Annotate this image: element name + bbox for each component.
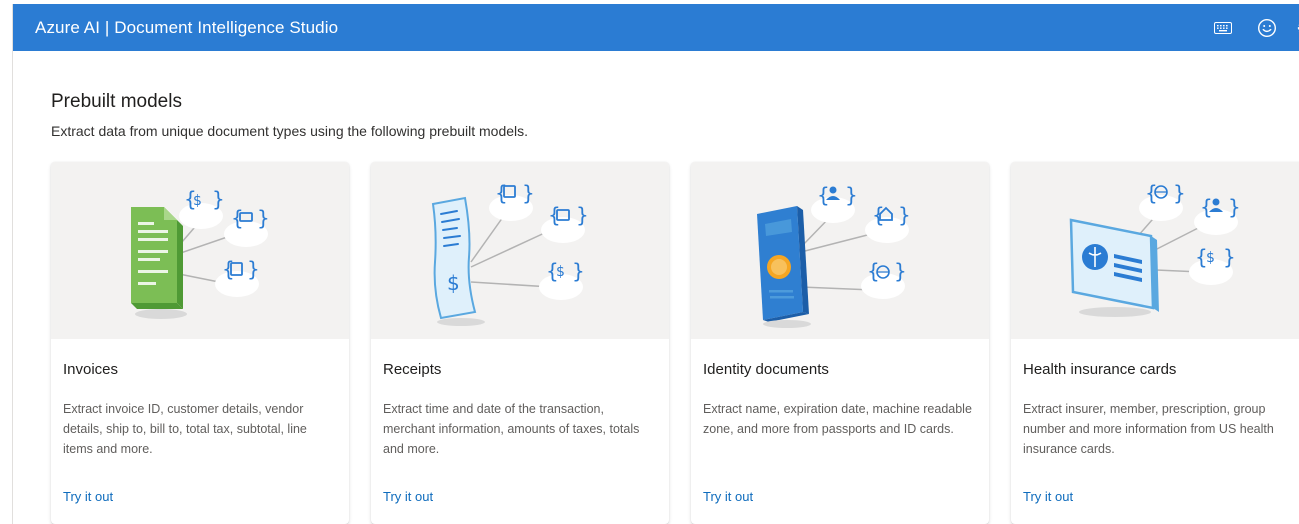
keyboard-icon[interactable] — [1208, 13, 1238, 43]
svg-text:}: } — [845, 183, 858, 207]
card-title: Health insurance cards — [1023, 361, 1177, 378]
svg-text:{: { — [872, 203, 885, 227]
svg-text:}: } — [1228, 195, 1241, 219]
svg-text:}: } — [894, 259, 907, 283]
app-title[interactable]: Azure AI | Document Intelligence Studio — [13, 18, 338, 38]
svg-text:}: } — [522, 181, 535, 205]
card-title: Invoices — [63, 361, 119, 378]
card-description: Extract name, expiration date, machine r… — [703, 402, 972, 436]
svg-text:{: { — [222, 257, 235, 281]
card-description: Extract time and date of the transaction… — [383, 402, 640, 456]
try-it-out-link-invoices[interactable]: Try it out — [63, 489, 113, 504]
smiley-feedback-icon[interactable] — [1252, 13, 1282, 43]
svg-text:{: { — [817, 183, 830, 207]
page-subtitle: Extract data from unique document types … — [51, 123, 529, 139]
svg-text:$: $ — [556, 264, 565, 280]
passport-illustration: { } { } { } — [691, 162, 989, 339]
svg-text:{: { — [495, 181, 508, 205]
try-it-out-link-receipts[interactable]: Try it out — [383, 489, 433, 504]
card-description: Extract insurer, member, prescription, g… — [1023, 402, 1274, 456]
receipts-card[interactable]: { } { } { } $ $ Receipts Extract time an… — [371, 162, 669, 524]
svg-text:}: } — [572, 259, 585, 283]
health-card-illustration: { } { } { } $ — [1011, 162, 1299, 339]
top-bar-actions — [1208, 4, 1299, 51]
svg-text:$: $ — [447, 271, 460, 295]
prebuilt-model-cards: { } $ { } { } Invoices Extract invoice I… — [51, 162, 1299, 524]
svg-text:{: { — [1200, 195, 1213, 219]
svg-text:}: } — [1173, 181, 1186, 205]
card-title: Receipts — [383, 361, 442, 378]
svg-text:$: $ — [1206, 250, 1215, 266]
svg-text:}: } — [257, 206, 270, 230]
app-window: Azure AI | Document Intelligence Studio — [12, 4, 1299, 524]
try-it-out-link-health-insurance-cards[interactable]: Try it out — [1023, 489, 1073, 504]
invoice-illustration: { } $ { } { } — [51, 162, 349, 339]
svg-text:}: } — [576, 203, 589, 227]
try-it-out-link-identity-documents[interactable]: Try it out — [703, 489, 753, 504]
svg-text:{: { — [548, 203, 561, 227]
invoices-card[interactable]: { } $ { } { } Invoices Extract invoice I… — [51, 162, 349, 524]
svg-text:}: } — [898, 203, 911, 227]
page-title: Prebuilt models — [51, 91, 182, 112]
svg-text:{: { — [231, 206, 244, 230]
svg-text:}: } — [212, 187, 225, 211]
svg-text:}: } — [1223, 245, 1236, 269]
card-description: Extract invoice ID, customer details, ve… — [63, 402, 307, 456]
health-insurance-cards-card[interactable]: { } { } { } $ Health insurance cards Ext… — [1011, 162, 1299, 524]
card-title: Identity documents — [703, 361, 829, 378]
identity-documents-card[interactable]: { } { } { } Identity documents Extract n… — [691, 162, 989, 524]
receipt-illustration: { } { } { } $ $ — [371, 162, 669, 339]
top-bar: Azure AI | Document Intelligence Studio — [13, 4, 1299, 51]
svg-text:$: $ — [193, 193, 202, 209]
svg-text:}: } — [247, 257, 260, 281]
